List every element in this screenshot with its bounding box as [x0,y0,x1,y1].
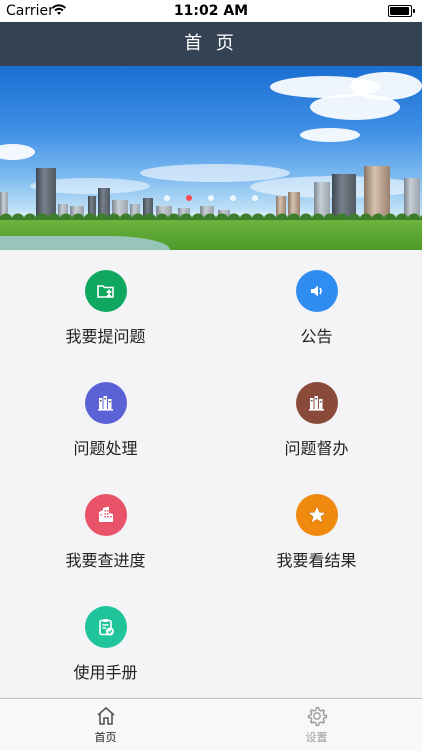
tab-bar: 首页 设置 [0,698,422,751]
status-bar: Carrier 11:02 AM [0,0,422,22]
clipboard-check-icon [85,606,127,648]
carousel-dot[interactable] [230,195,236,201]
cloud [0,144,35,160]
nav-bar: 首 页 [0,22,422,66]
menu-item[interactable]: 公告 [211,250,422,362]
menu-item-label: 我要查进度 [65,551,146,570]
menu-item[interactable]: 我要提问题 [0,250,211,362]
battery-icon [388,5,415,17]
carousel-dot[interactable] [186,195,192,201]
carousel-dot[interactable] [164,195,170,201]
gear-icon [307,706,328,726]
menu-item[interactable]: 问题处理 [0,362,211,474]
carousel-dot[interactable] [252,195,258,201]
tab-settings[interactable]: 设置 [211,699,422,751]
menu-item[interactable]: 使用手册 [0,586,211,698]
carousel-indicator[interactable] [0,195,422,201]
home-icon [97,706,115,725]
cloud [350,72,422,100]
status-time: 11:02 AM [173,3,249,19]
menu-item-label: 使用手册 [73,663,138,682]
banner-carousel[interactable] [0,66,422,250]
tab-home[interactable]: 首页 [0,699,211,751]
menu-item-label: 我要看结果 [276,551,357,570]
folder-upload-icon [85,270,127,312]
menu-item[interactable]: 我要看结果 [211,474,422,586]
tab-settings-label: 设置 [305,731,328,744]
menu-item-label: 问题督办 [284,439,349,458]
cloud [300,128,360,142]
menu-item[interactable]: 我要查进度 [0,474,211,586]
menu-item[interactable]: 问题督办 [211,362,422,474]
river [0,236,170,250]
building-icon [85,494,127,536]
carousel-dot[interactable] [208,195,214,201]
books-icon [85,382,127,424]
tab-home-label: 首页 [94,731,117,744]
menu-item-label: 问题处理 [73,439,138,458]
speaker-icon [296,270,338,312]
page-title: 首 页 [184,33,238,54]
menu-item-label: 公告 [300,327,333,346]
menu-item-label: 我要提问题 [65,327,146,346]
star-icon [296,494,338,536]
books-icon [296,382,338,424]
